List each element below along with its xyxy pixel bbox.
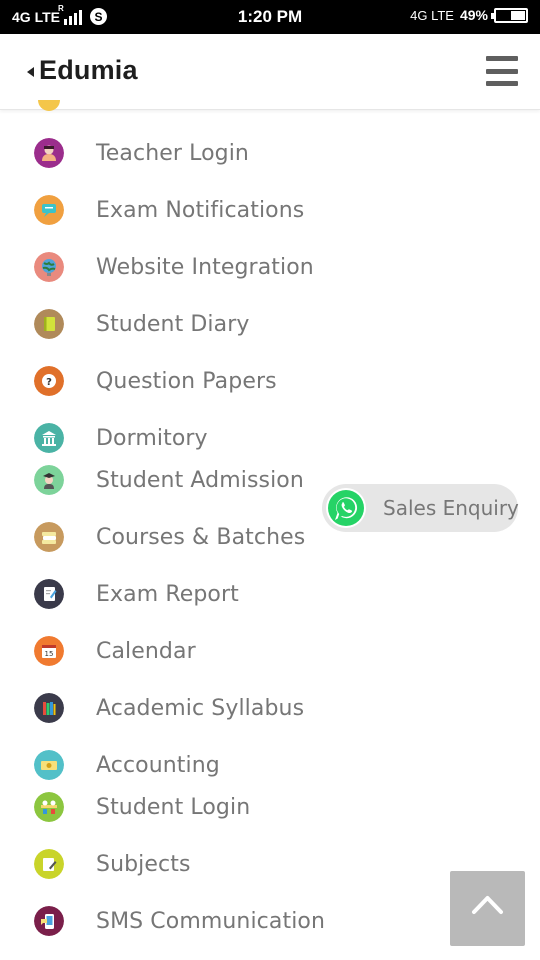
site-header: Edumia: [0, 34, 540, 110]
menu-item[interactable]: ? Question Papers: [0, 361, 540, 401]
menu-item[interactable]: Teacher Login: [0, 133, 540, 173]
menu-item-label: Exam Notifications: [96, 197, 305, 223]
menu-item[interactable]: 15 Calendar: [0, 631, 540, 671]
menu-item-label: SMS Communication: [96, 908, 326, 934]
battery-percent: 49%: [459, 7, 488, 23]
menu-item-label: Student Diary: [96, 311, 250, 337]
menu-item-label: Website Integration: [96, 254, 314, 280]
status-right: 4G LTE 49%: [410, 7, 528, 23]
menu-item[interactable]: Exam Notifications: [0, 190, 540, 230]
network-right-label: 4G LTE: [410, 7, 454, 23]
report-icon: [34, 579, 64, 609]
building-icon: [34, 423, 64, 453]
sales-enquiry-button[interactable]: Sales Enquiry: [322, 484, 519, 532]
sales-enquiry-label: Sales Enquiry: [383, 496, 519, 520]
graduate-icon: [34, 465, 64, 495]
menu-item[interactable]: Student Diary: [0, 304, 540, 344]
menu-item[interactable]: Exam Report: [0, 574, 540, 614]
calendar-icon: 15: [34, 636, 64, 666]
menu-item-label: Exam Report: [96, 581, 239, 607]
menu-item[interactable]: Accounting: [0, 745, 540, 785]
menu-item-label: Dormitory: [96, 425, 208, 451]
question-icon: ?: [34, 366, 64, 396]
chat-notification-icon: [34, 195, 64, 225]
menu-item-label: Courses & Batches: [96, 524, 306, 550]
globe-icon: [34, 252, 64, 282]
hamburger-icon[interactable]: [486, 56, 518, 86]
menu-item-label: Teacher Login: [96, 140, 249, 166]
svg-text:?: ?: [46, 377, 52, 388]
svg-text:15: 15: [45, 650, 54, 658]
menu-item[interactable]: Website Integration: [0, 247, 540, 287]
menu-item-label: Calendar: [96, 638, 196, 664]
subjects-icon: [34, 849, 64, 879]
menu-item[interactable]: Student Login: [0, 787, 540, 827]
books-stack-icon: [34, 522, 64, 552]
brand-logo[interactable]: Edumia: [27, 55, 138, 86]
teacher-icon: [34, 138, 64, 168]
menu-item[interactable]: Dormitory: [0, 418, 540, 458]
menu-item-label: Academic Syllabus: [96, 695, 305, 721]
menu-item-label: Student Admission: [96, 467, 304, 493]
menu-item-label: Accounting: [96, 752, 220, 778]
chevron-up-icon: [472, 896, 503, 914]
sms-phone-icon: [34, 906, 64, 936]
battery-fill: [511, 10, 525, 20]
back-to-top-button[interactable]: [450, 871, 525, 946]
money-icon: [34, 750, 64, 780]
syllabus-books-icon: [34, 693, 64, 723]
menu-item-label: Student Login: [96, 794, 251, 820]
logo-text: Edumia: [39, 55, 138, 85]
diary-icon: [34, 309, 64, 339]
student-login-icon: [34, 792, 64, 822]
menu-item[interactable]: Academic Syllabus: [0, 688, 540, 728]
menu-item-label: Question Papers: [96, 368, 277, 394]
logo-triangle-icon: [27, 66, 34, 77]
status-bar: 4G LTE R S 1:20 PM 4G LTE 49%: [0, 0, 540, 34]
battery-icon: [491, 7, 528, 23]
menu-item-label: Subjects: [96, 851, 191, 877]
whatsapp-icon: [326, 488, 366, 528]
